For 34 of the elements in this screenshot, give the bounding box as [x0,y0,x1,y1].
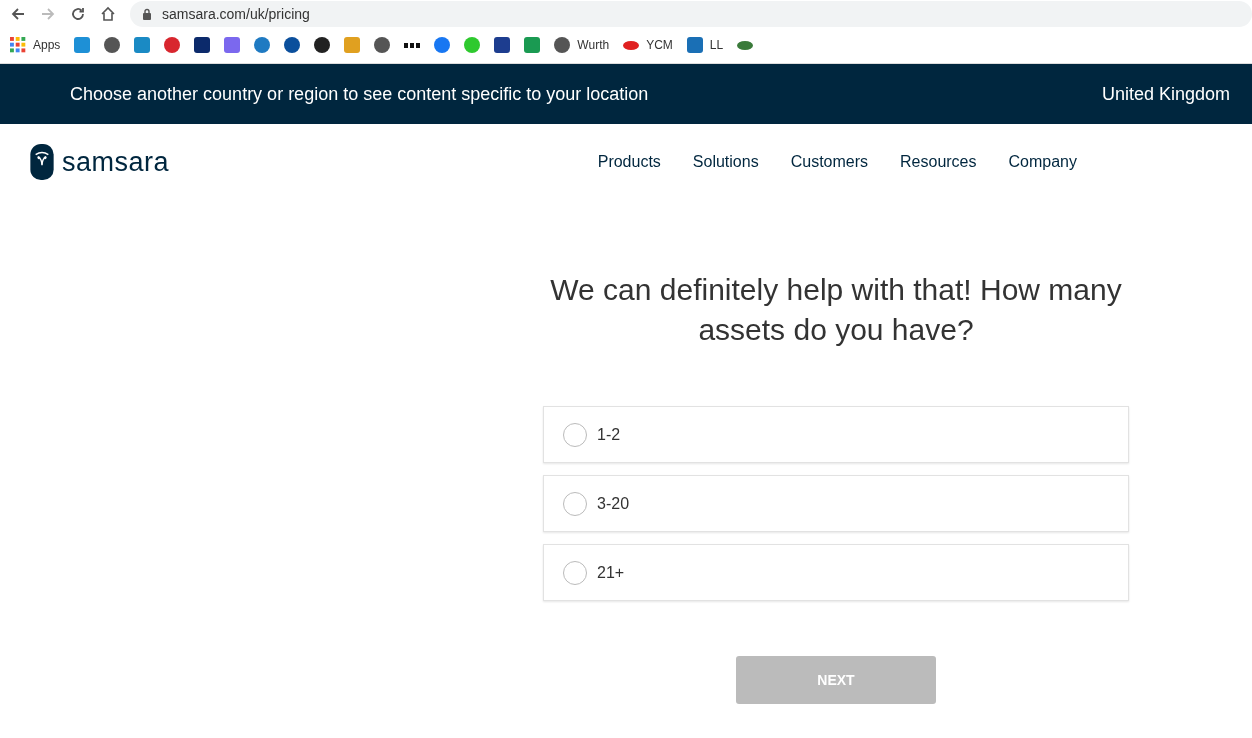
site-icon[interactable] [494,37,511,53]
nav-link[interactable]: Products [597,153,661,171]
option-label: 3-20 [597,494,630,513]
apps-grid-icon[interactable] [10,37,26,53]
home-icon[interactable] [100,5,116,22]
answer-option[interactable]: 3-20 [543,475,1129,532]
bookmark-link[interactable]: Apps [33,38,61,52]
back-icon[interactable] [10,5,26,22]
site-icon[interactable] [554,37,571,53]
site-icon[interactable] [374,37,391,53]
site-icon[interactable] [104,37,121,53]
nav-link[interactable]: Resources [900,153,977,171]
country-link[interactable]: United Kingdom [1101,83,1230,105]
lock-icon [142,7,152,20]
option-label: 21+ [597,563,625,582]
bookmark-link[interactable]: LL [709,38,724,52]
nav-link[interactable]: Company [1008,153,1077,171]
option-label: 1-2 [597,425,621,444]
address-bar[interactable]: samsara.com/uk/pricing [130,0,1252,27]
site-icon[interactable] [194,37,211,53]
bookmark-link[interactable]: YCM [646,38,673,52]
nav-link[interactable]: Solutions [692,153,759,171]
reload-icon[interactable] [70,5,86,22]
answer-option[interactable]: 21+ [543,544,1129,601]
site-icon[interactable] [314,37,331,53]
dots-icon[interactable] [404,42,421,48]
nav-link[interactable]: Customers [790,153,869,171]
banner-text: Choose another country or region to see content specific to your location [70,83,649,105]
bookmark-link[interactable]: Wurth [577,38,610,52]
owl-logo-icon [30,144,54,180]
question-heading: We can definitely help with that! How many assets do you have? [549,272,1123,348]
site-icon[interactable] [284,37,301,53]
answer-option[interactable]: 1-2 [543,406,1129,463]
logo-text[interactable]: samsara [62,146,170,178]
